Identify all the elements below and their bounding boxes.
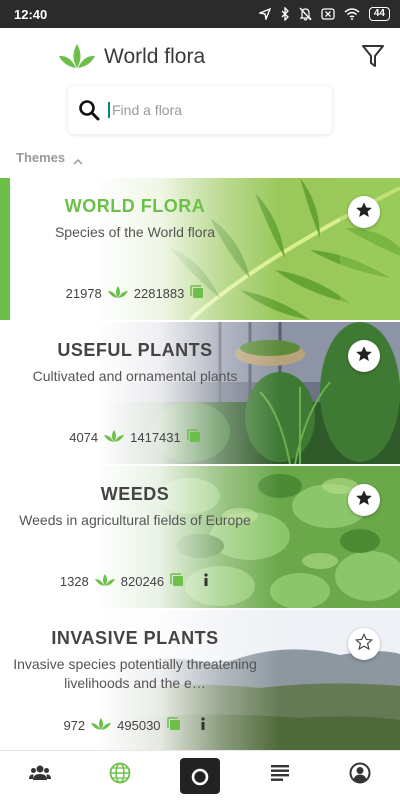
card-stats: 4074 1417431 — [0, 429, 270, 446]
star-filled-icon — [355, 345, 373, 368]
card-stats: 972 495030 — [0, 717, 270, 734]
observations-count: 2281883 — [133, 286, 185, 301]
bell-off-icon — [299, 7, 312, 21]
list-icon — [270, 764, 290, 787]
card-description: Invasive species potentially threatening… — [13, 656, 257, 691]
images-icon — [190, 285, 204, 302]
leaf-icon — [104, 429, 125, 446]
species-count: 972 — [63, 718, 86, 733]
observations-count: 1417431 — [130, 430, 181, 445]
leaf-logo-icon — [58, 42, 96, 70]
no-sim-icon — [321, 8, 335, 20]
card-description: Species of the World flora — [54, 224, 216, 240]
images-icon — [166, 717, 181, 734]
status-icons: 44 — [258, 7, 390, 21]
wifi-icon — [344, 8, 360, 20]
theme-card-invasive-plants[interactable]: INVASIVE PLANTS Invasive species potenti… — [0, 610, 400, 752]
search-icon — [78, 99, 100, 121]
bluetooth-icon — [280, 7, 290, 21]
camera-icon — [180, 757, 220, 794]
battery-icon: 44 — [368, 7, 390, 21]
status-time: 12:40 — [14, 6, 48, 22]
nav-list[interactable] — [258, 754, 302, 798]
status-bar: 12:40 44 — [0, 0, 400, 28]
favorite-button[interactable] — [348, 628, 380, 660]
favorite-button[interactable] — [348, 196, 380, 228]
nav-profile[interactable] — [338, 754, 382, 798]
app-title: World flora — [104, 45, 206, 68]
star-filled-icon — [355, 489, 373, 512]
bottom-nav — [0, 750, 400, 800]
search-box — [68, 86, 332, 134]
group-icon — [29, 764, 51, 787]
nav-camera[interactable] — [178, 754, 222, 798]
species-count: 1328 — [59, 574, 89, 589]
card-description: Cultivated and ornamental plants — [32, 368, 238, 384]
observations-count: 495030 — [117, 718, 161, 733]
themes-label: Themes — [16, 150, 66, 165]
observations-count: 820246 — [120, 574, 165, 589]
themes-toggle[interactable]: Themes — [16, 150, 83, 165]
card-title: USEFUL PLANTS — [57, 340, 213, 360]
favorite-button[interactable] — [348, 340, 380, 372]
info-icon[interactable] — [199, 717, 207, 734]
images-icon — [170, 573, 184, 590]
images-icon — [187, 429, 201, 446]
species-count: 21978 — [65, 286, 102, 301]
card-stats: 21978 2281883 — [0, 285, 270, 302]
location-arrow-icon — [258, 8, 271, 20]
theme-card-weeds[interactable]: WEEDS Weeds in agricultural fields of Eu… — [0, 466, 400, 608]
theme-card-world-flora[interactable]: WORLD FLORA Species of the World flora 2… — [0, 178, 400, 320]
app-header: World flora — [0, 28, 400, 84]
info-icon[interactable] — [202, 573, 210, 590]
leaf-icon — [94, 573, 115, 590]
star-outline-icon — [354, 632, 374, 656]
nav-floras[interactable] — [98, 754, 142, 798]
search-input[interactable] — [108, 102, 308, 118]
card-description: Weeds in agricultural fields of Europe — [19, 512, 251, 528]
filter-icon[interactable] — [360, 42, 386, 70]
leaf-icon — [107, 285, 128, 302]
globe-icon — [109, 762, 131, 789]
star-filled-icon — [355, 201, 373, 224]
theme-card-useful-plants[interactable]: USEFUL PLANTS Cultivated and ornamental … — [0, 322, 400, 464]
card-title: WEEDS — [100, 484, 170, 504]
nav-group[interactable] — [18, 754, 62, 798]
species-count: 4074 — [69, 430, 99, 445]
favorite-button[interactable] — [348, 484, 380, 516]
card-stats: 1328 820246 — [0, 573, 270, 590]
card-title: WORLD FLORA — [64, 196, 206, 216]
chevron-up-icon — [73, 154, 83, 165]
profile-icon — [349, 762, 371, 789]
leaf-icon — [91, 717, 112, 734]
card-title: INVASIVE PLANTS — [51, 628, 219, 648]
